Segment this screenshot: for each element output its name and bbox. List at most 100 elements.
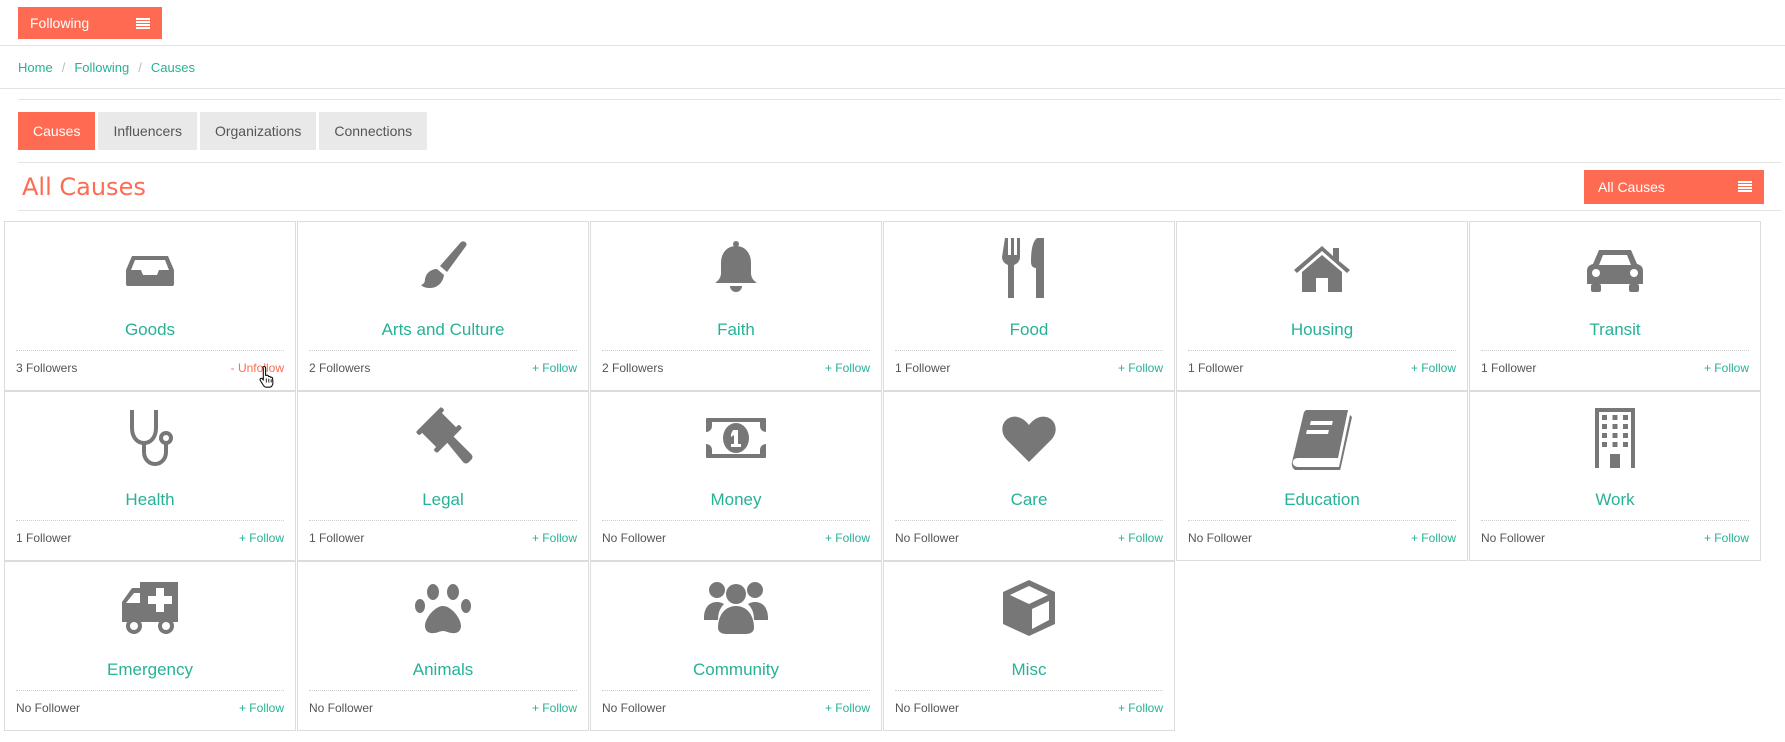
cause-card-education[interactable]: Education No Follower + Follow [1176, 391, 1468, 561]
book-icon [1177, 406, 1467, 470]
follower-count: 1 Follower [895, 361, 951, 375]
money-icon [591, 406, 881, 470]
cause-name[interactable]: Education [1177, 490, 1467, 510]
divider [1481, 350, 1749, 351]
bell-icon [591, 236, 881, 300]
cause-card-animals[interactable]: Animals No Follower + Follow [297, 561, 589, 731]
cause-card-goods[interactable]: Goods 3 Followers - Unfollow [4, 221, 296, 391]
follow-button[interactable]: + Follow [532, 701, 577, 715]
follower-count: No Follower [1188, 531, 1253, 545]
divider [895, 690, 1163, 691]
cause-card-work[interactable]: Work No Follower + Follow [1469, 391, 1761, 561]
cause-name[interactable]: Money [591, 490, 881, 510]
follow-button[interactable]: + Follow [1411, 361, 1456, 375]
breadcrumb: Home / Following / Causes [18, 58, 195, 78]
follower-count: 1 Follower [309, 531, 365, 545]
follow-button[interactable]: + Follow [1704, 531, 1749, 545]
cause-name[interactable]: Faith [591, 320, 881, 340]
cutlery-icon [884, 236, 1174, 300]
all-causes-filter-button[interactable]: All Causes [1584, 170, 1764, 204]
cause-name[interactable]: Legal [298, 490, 588, 510]
follower-count: 3 Followers [16, 361, 78, 375]
follow-button[interactable]: + Follow [825, 531, 870, 545]
follow-button[interactable]: + Follow [1118, 531, 1163, 545]
follow-button[interactable]: + Follow [1411, 531, 1456, 545]
cause-name[interactable]: Goods [5, 320, 295, 340]
cause-card-legal[interactable]: Legal 1 Follower + Follow [297, 391, 589, 561]
divider [309, 350, 577, 351]
divider [602, 690, 870, 691]
follower-count: 2 Followers [309, 361, 371, 375]
tab-influencers[interactable]: Influencers [98, 112, 197, 150]
cause-card-health[interactable]: Health 1 Follower + Follow [4, 391, 296, 561]
follow-button[interactable]: + Follow [1704, 361, 1749, 375]
cause-name[interactable]: Health [5, 490, 295, 510]
follower-count: 1 Follower [1188, 361, 1244, 375]
users-icon [591, 576, 881, 640]
follower-count: No Follower [309, 701, 374, 715]
divider [18, 162, 1781, 163]
breadcrumb-home[interactable]: Home [18, 60, 53, 75]
gavel-icon [298, 406, 588, 470]
follower-count: 1 Follower [1481, 361, 1537, 375]
cause-card-faith[interactable]: Faith 2 Followers + Follow [590, 221, 882, 391]
breadcrumb-causes[interactable]: Causes [151, 60, 195, 75]
cause-name[interactable]: Food [884, 320, 1174, 340]
divider [16, 350, 284, 351]
tab-connections[interactable]: Connections [319, 112, 428, 150]
cause-card-housing[interactable]: Housing 1 Follower + Follow [1176, 221, 1468, 391]
follow-button[interactable]: + Follow [532, 361, 577, 375]
follower-count: No Follower [895, 531, 960, 545]
tab-bar: Causes Influencers Organizations Connect… [18, 112, 428, 150]
divider [1188, 520, 1456, 521]
cause-card-emergency[interactable]: Emergency No Follower + Follow [4, 561, 296, 731]
divider [895, 350, 1163, 351]
divider [18, 210, 1781, 211]
paw-icon [298, 576, 588, 640]
divider [602, 520, 870, 521]
follower-count: 2 Followers [602, 361, 664, 375]
divider [0, 88, 1785, 89]
hamburger-icon [1738, 181, 1752, 192]
stethoscope-icon [5, 406, 295, 470]
cause-card-care[interactable]: Care No Follower + Follow [883, 391, 1175, 561]
follow-button[interactable]: + Follow [1118, 361, 1163, 375]
cause-name[interactable]: Care [884, 490, 1174, 510]
cause-name[interactable]: Work [1470, 490, 1760, 510]
cause-card-arts-and-culture[interactable]: Arts and Culture 2 Followers + Follow [297, 221, 589, 391]
cause-card-food[interactable]: Food 1 Follower + Follow [883, 221, 1175, 391]
following-label: Following [30, 15, 90, 31]
cause-card-money[interactable]: Money No Follower + Follow [590, 391, 882, 561]
breadcrumb-following[interactable]: Following [74, 60, 129, 75]
divider [16, 690, 284, 691]
follow-button[interactable]: + Follow [825, 361, 870, 375]
building-icon [1470, 406, 1760, 470]
cause-name[interactable]: Community [591, 660, 881, 680]
cause-card-transit[interactable]: Transit 1 Follower + Follow [1469, 221, 1761, 391]
follow-button[interactable]: + Follow [532, 531, 577, 545]
cause-name[interactable]: Animals [298, 660, 588, 680]
follower-count: 1 Follower [16, 531, 72, 545]
tab-causes[interactable]: Causes [18, 112, 96, 150]
tab-organizations[interactable]: Organizations [199, 112, 317, 150]
divider [602, 350, 870, 351]
follower-count: No Follower [1481, 531, 1546, 545]
follow-button[interactable]: + Follow [825, 701, 870, 715]
cause-card-misc[interactable]: Misc No Follower + Follow [883, 561, 1175, 731]
divider [309, 520, 577, 521]
cause-name[interactable]: Misc [884, 660, 1174, 680]
heart-icon [884, 406, 1174, 470]
inbox-icon [5, 236, 295, 300]
follow-button[interactable]: + Follow [239, 701, 284, 715]
follow-button[interactable]: + Follow [1118, 701, 1163, 715]
cause-name[interactable]: Transit [1470, 320, 1760, 340]
cause-name[interactable]: Emergency [5, 660, 295, 680]
cause-card-community[interactable]: Community No Follower + Follow [590, 561, 882, 731]
page-title: All Causes [22, 173, 146, 201]
cause-name[interactable]: Arts and Culture [298, 320, 588, 340]
paintbrush-icon [298, 236, 588, 300]
divider [16, 520, 284, 521]
cause-name[interactable]: Housing [1177, 320, 1467, 340]
following-menu-button[interactable]: Following [18, 7, 162, 39]
follow-button[interactable]: + Follow [239, 531, 284, 545]
